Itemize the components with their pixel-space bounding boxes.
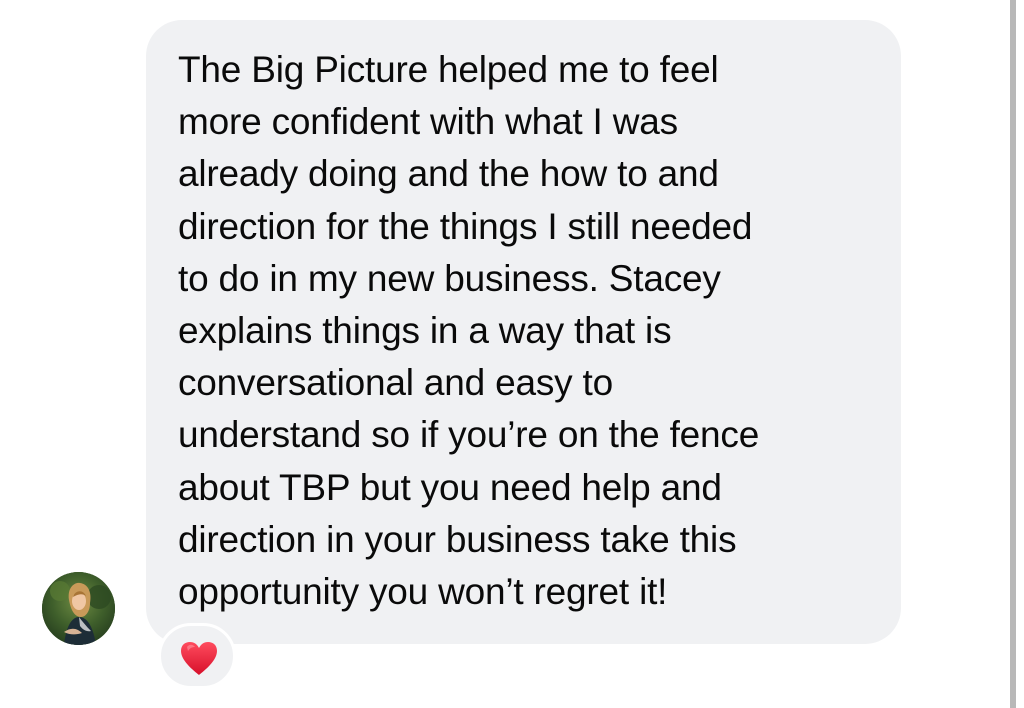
avatar-photo-icon [42, 572, 115, 645]
message-bubble[interactable]: The Big Picture helped me to feel more c… [146, 20, 901, 644]
screen-edge-divider [1010, 0, 1016, 708]
sender-avatar[interactable] [42, 572, 115, 645]
heart-reaction[interactable] [158, 623, 236, 689]
message-text: The Big Picture helped me to feel more c… [178, 49, 760, 613]
message-thread: The Big Picture helped me to feel more c… [0, 0, 1024, 708]
red-heart-icon [181, 642, 217, 675]
